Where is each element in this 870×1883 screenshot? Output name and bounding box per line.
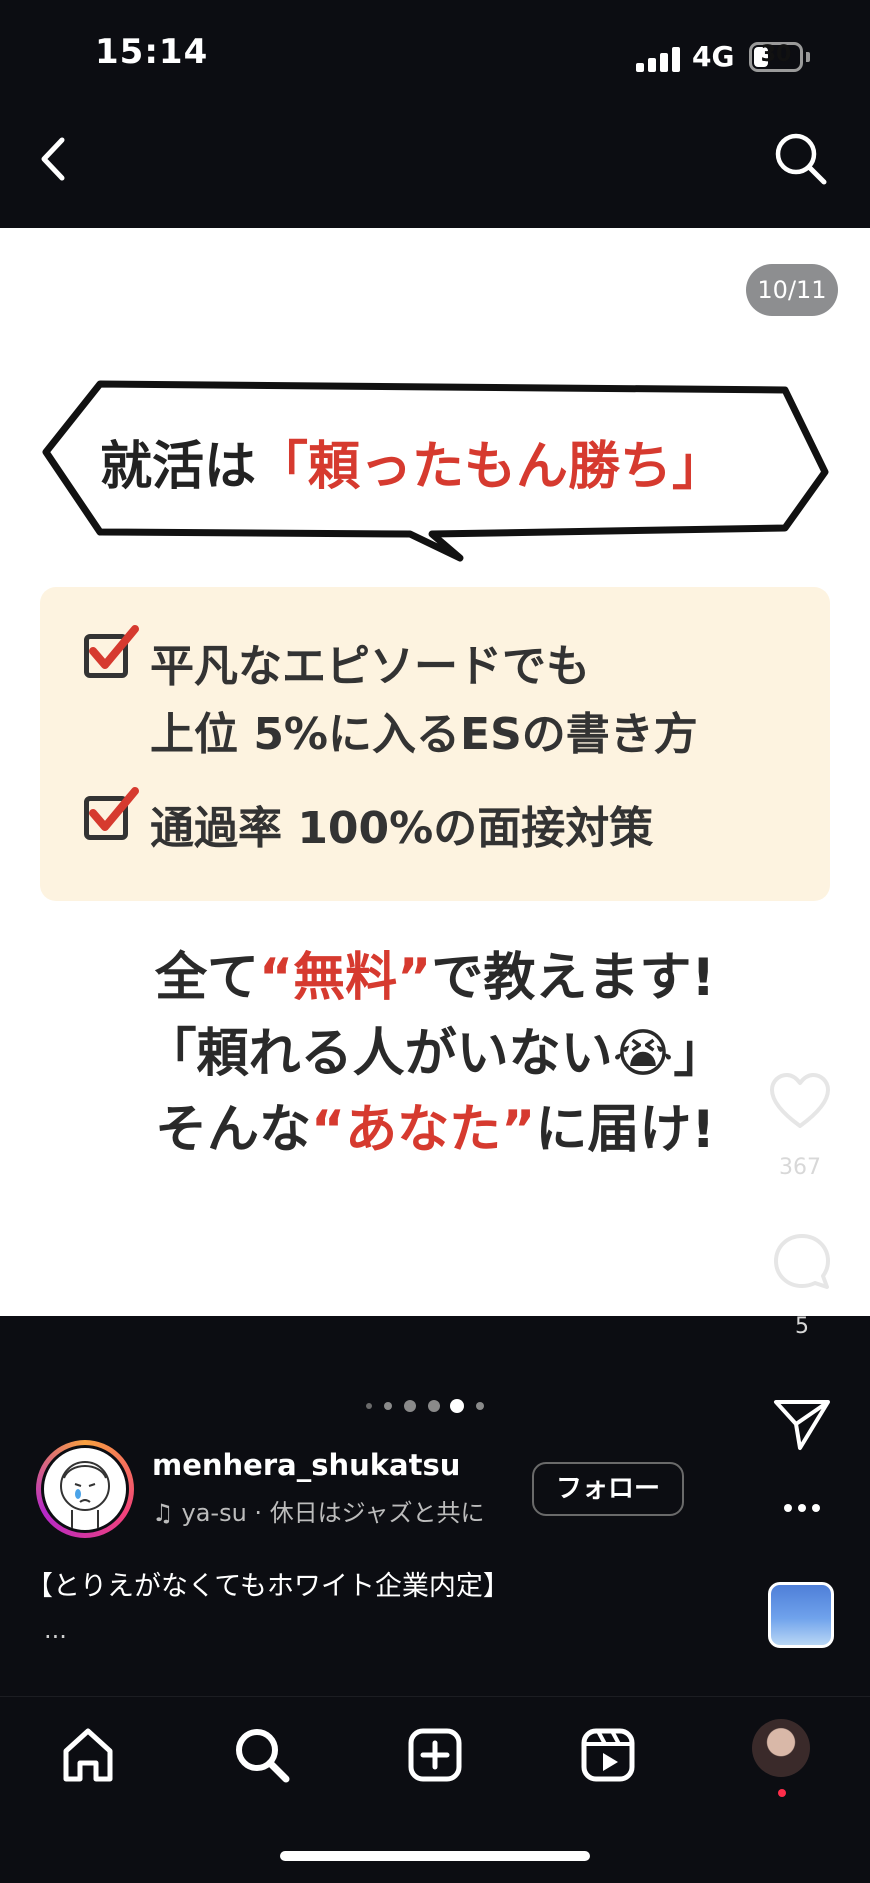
headline: 就活は「頼ったもん勝ち」	[100, 424, 800, 499]
headline-highlight: 「頼ったもん勝ち」	[256, 437, 725, 497]
nav-search[interactable]	[232, 1725, 292, 1785]
nav-profile-avatar[interactable]	[752, 1719, 810, 1777]
crying-emoji-icon: 😭	[612, 1024, 674, 1084]
checklist-item-2: 通過率 100%の面接対策	[150, 803, 654, 854]
checklist-item-1-line1: 平凡なエピソードでも	[150, 641, 590, 692]
post-caption[interactable]: 【とりえがなくてもホワイト企業内定】	[26, 1564, 510, 1603]
battery-icon: 30	[749, 42, 803, 72]
checkbox-icon	[84, 625, 139, 678]
battery-level: 30	[760, 42, 792, 67]
comment-button[interactable]	[770, 1230, 834, 1294]
create-icon	[408, 1728, 462, 1782]
search-button[interactable]	[772, 130, 828, 186]
promo-line-1: 全て“無料”で教えます!	[154, 948, 716, 1008]
comment-icon	[774, 1234, 830, 1289]
more-icon	[784, 1504, 820, 1512]
music-note-icon: ♫	[152, 1499, 174, 1527]
promo-message: 全て“無料”で教えます! 「頼れる人がいない😭」 そんな“あなた”に届け!	[40, 940, 830, 1168]
checkbox-icon	[84, 787, 139, 840]
cellular-signal-icon	[636, 46, 680, 72]
more-options-button[interactable]	[782, 1500, 822, 1516]
nav-create[interactable]	[405, 1725, 465, 1785]
checklist-item-1-line2: 上位 5%に入るESの書き方	[150, 709, 698, 760]
headline-prefix: 就活は	[100, 437, 257, 497]
status-time: 15:14	[95, 32, 209, 72]
promo-line-2: 「頼れる人がいない😭」	[144, 1024, 726, 1084]
like-count: 367	[779, 1155, 821, 1180]
author-avatar[interactable]	[36, 1440, 134, 1538]
music-track: ya-su · 休日はジャズと共に	[181, 1499, 485, 1527]
home-indicator	[280, 1851, 590, 1861]
home-icon	[63, 1728, 113, 1782]
notification-dot	[778, 1789, 786, 1797]
search-icon	[236, 1729, 290, 1783]
battery-cap	[806, 52, 810, 62]
search-icon	[775, 133, 827, 185]
chevron-left-icon	[41, 137, 65, 181]
share-button[interactable]	[770, 1392, 834, 1456]
network-type: 4G	[692, 40, 735, 73]
comment-count: 5	[795, 1314, 809, 1339]
nav-home[interactable]	[58, 1725, 118, 1785]
character-avatar-icon	[60, 1461, 110, 1528]
send-icon	[774, 1400, 830, 1450]
follow-button[interactable]: フォロー	[532, 1462, 684, 1516]
reels-icon	[581, 1728, 635, 1782]
caption-more[interactable]: ...	[44, 1616, 67, 1644]
like-button[interactable]	[768, 1070, 832, 1134]
promo-line-3: そんな“あなた”に届け!	[154, 1100, 716, 1160]
heart-icon	[770, 1073, 830, 1128]
author-username[interactable]: menhera_shukatsu	[152, 1448, 460, 1482]
back-button[interactable]	[34, 136, 74, 182]
music-info[interactable]: ♫ ya-su · 休日はジャズと共に	[152, 1493, 485, 1528]
page-counter: 10/11	[746, 264, 838, 316]
nav-reels[interactable]	[578, 1725, 638, 1785]
audio-thumbnail[interactable]	[768, 1582, 834, 1648]
